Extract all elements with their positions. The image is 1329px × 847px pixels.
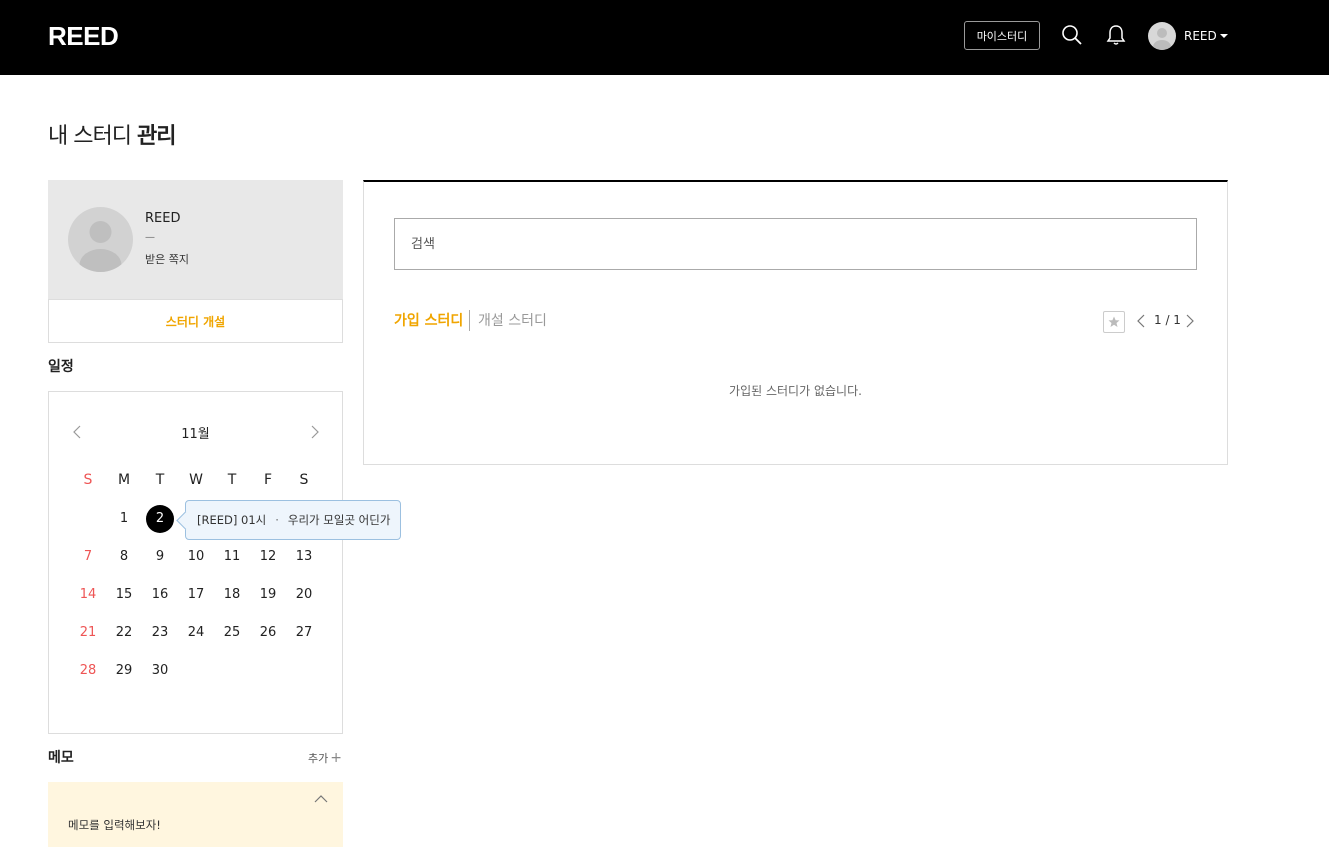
calendar-day[interactable]: 27 [288,619,320,647]
calendar-day[interactable]: 20 [288,581,320,609]
chevron-right-icon[interactable] [1182,314,1196,328]
calendar-weekday: T [155,472,165,488]
memo-card[interactable]: 메모를 입력해보자! [48,782,343,847]
default-avatar-icon [79,221,122,272]
calendar-weekday: S [83,472,93,488]
logo-text: REED [48,22,118,48]
favorite-filter-button[interactable] [1103,311,1125,333]
study-list-panel: 가입 스터디 개설 스터디 1 / 1 가입된 스터디가 없습니다. [363,180,1228,465]
chevron-up-icon[interactable] [314,792,328,806]
tab-joined-study[interactable]: 가입 스터디 [394,310,463,330]
memo-text: 메모를 입력해보자! [68,818,161,832]
calendar-day[interactable]: 29 [108,657,140,685]
pagination-info: 1 / 1 [1154,313,1181,327]
chevron-right-icon[interactable] [306,424,322,440]
profile-avatar [68,207,133,272]
tab-opened-study[interactable]: 개설 스터디 [478,310,547,330]
calendar-weekday: F [263,472,273,488]
calendar-day[interactable]: 15 [108,581,140,609]
calendar-day[interactable]: 28 [72,657,104,685]
add-memo-button[interactable]: 추가 + [308,750,342,766]
profile-card: REED — 받은 쪽지 [48,180,343,300]
profile-name: REED [145,211,181,226]
calendar-day[interactable]: 24 [180,619,212,647]
page-title-normal: 내 스터디 [48,124,132,149]
calendar-day[interactable]: 26 [252,619,284,647]
calendar-day[interactable]: 13 [288,543,320,571]
top-header: REED 마이스터디 REED [0,0,1329,75]
profile-status: — [145,232,155,243]
search-icon[interactable] [1061,24,1083,46]
calendar-day[interactable]: 17 [180,581,212,609]
calendar-day[interactable]: 22 [108,619,140,647]
memo-heading: 메모 [48,750,74,766]
star-icon [1108,316,1120,327]
calendar: 11월 SMTWTFS12345678910111213141516171819… [48,391,343,734]
calendar-weekday: T [227,472,237,488]
calendar-weekday: W [189,472,203,488]
calendar-day[interactable]: 19 [252,581,284,609]
avatar [1148,22,1176,50]
schedule-tooltip: [REED] 01시 · 우리가 모일곳 어딘가 [185,500,401,540]
bell-icon[interactable] [1105,24,1127,46]
calendar-day[interactable]: 10 [180,543,212,571]
open-study-button[interactable]: 스터디 개설 [48,299,343,343]
calendar-day[interactable]: 12 [252,543,284,571]
tab-divider [469,310,470,331]
add-memo-label: 추가 [308,752,329,765]
user-menu[interactable]: REED [1148,22,1228,50]
default-avatar-icon [1153,28,1171,50]
calendar-month: 11월 [181,427,210,442]
calendar-day[interactable]: 8 [108,543,140,571]
tooltip-time: [REED] 01시 [197,513,267,527]
header-username: REED [1184,29,1217,43]
my-study-button[interactable]: 마이스터디 [964,21,1040,50]
calendar-weekday: M [117,472,131,488]
reed-logo[interactable]: REED [48,22,122,48]
calendar-day[interactable]: 14 [72,581,104,609]
schedule-heading: 일정 [48,359,74,375]
calendar-day[interactable]: 21 [72,619,104,647]
plus-icon: + [330,750,342,766]
page-title-bold: 관리 [136,124,176,149]
calendar-day[interactable]: 1 [108,505,140,533]
calendar-day[interactable]: 25 [216,619,248,647]
calendar-day[interactable]: 23 [144,619,176,647]
calendar-day-today[interactable]: 2 [146,505,174,533]
calendar-day[interactable]: 11 [216,543,248,571]
tooltip-title: 우리가 모일곳 어딘가 [287,513,391,527]
calendar-day[interactable]: 18 [216,581,248,609]
empty-study-message: 가입된 스터디가 없습니다. [729,384,862,398]
caret-down-icon [1219,34,1228,38]
received-messages-link[interactable]: 받은 쪽지 [145,251,189,267]
calendar-day[interactable]: 16 [144,581,176,609]
calendar-weekday: S [299,472,309,488]
chevron-left-icon[interactable] [1135,314,1149,328]
page-title: 내 스터디 관리 [48,118,176,150]
calendar-day[interactable]: 30 [144,657,176,685]
tooltip-separator: · [275,513,279,527]
calendar-day[interactable]: 9 [144,543,176,571]
search-input[interactable] [394,218,1197,270]
calendar-day[interactable]: 7 [72,543,104,571]
